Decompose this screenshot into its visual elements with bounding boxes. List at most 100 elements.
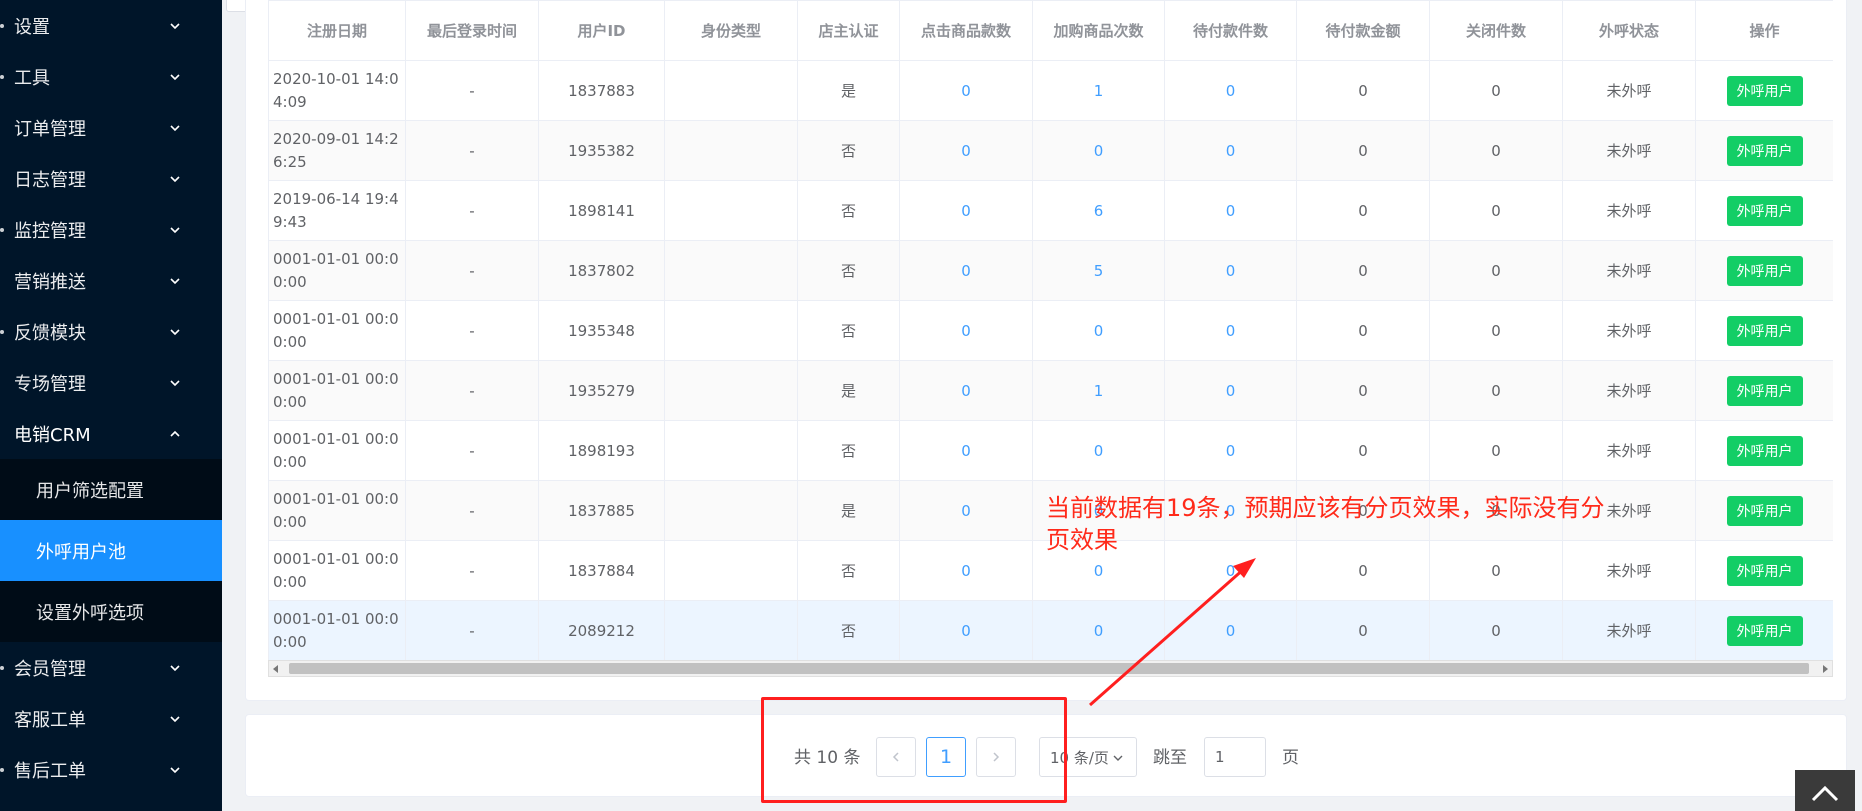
cell-unpaid-items[interactable]: 0 [1164,120,1297,181]
cell-clicks[interactable]: 0 [899,180,1033,241]
cell-clicks[interactable]: 0 [899,300,1033,361]
cell-unpaid-items[interactable]: 0 [1164,420,1297,481]
cell-cart-adds[interactable]: 6 [1032,180,1165,241]
sidebar-subitem-call-pool[interactable]: 外呼用户池 [0,520,222,581]
back-to-top-button[interactable] [1795,770,1855,811]
cell-last-login: - [405,180,539,241]
col-header[interactable]: 待付款金额 [1296,0,1430,61]
sidebar-item-orders[interactable]: 订单管理 [0,102,222,153]
chevron-down-icon [170,766,180,773]
sidebar-item-aftersales[interactable]: 售后工单 [0,744,222,795]
col-header[interactable]: 加购商品次数 [1032,0,1165,61]
jump-page-input[interactable] [1204,737,1266,777]
col-header[interactable]: 注册日期 [268,0,406,61]
col-header[interactable]: 最后登录时间 [405,0,539,61]
cell-unpaid-items[interactable]: 0 [1164,60,1297,121]
cell-clicks[interactable]: 0 [899,120,1033,181]
cell-clicks[interactable]: 0 [899,360,1033,421]
cell-call-status: 未外呼 [1562,240,1696,301]
cell-call-status: 未外呼 [1562,120,1696,181]
cell-clicks[interactable]: 0 [899,480,1033,541]
sidebar-item-members[interactable]: 会员管理 [0,642,222,693]
cell-action: 外呼用户 [1695,180,1833,241]
col-header[interactable]: 待付款件数 [1164,0,1297,61]
cell-unpaid-items[interactable]: 0 [1164,300,1297,361]
chevron-up-icon [170,430,180,437]
cell-cart-adds[interactable]: 1 [1032,360,1165,421]
cell-clicks[interactable]: 0 [899,420,1033,481]
sidebar-item-crm[interactable]: 电销CRM [0,408,222,459]
page-number-button[interactable]: 1 [926,737,966,777]
cell-unpaid-items[interactable]: 0 [1164,600,1297,661]
scroll-left-arrow-icon[interactable] [273,665,278,673]
call-user-button[interactable]: 外呼用户 [1726,315,1803,346]
call-user-button[interactable]: 外呼用户 [1726,135,1803,166]
bullet-icon [0,665,4,670]
cell-last-login: - [405,420,539,481]
next-page-button[interactable] [976,737,1016,777]
sidebar-item-settings[interactable]: 设置 [0,0,222,51]
call-user-button[interactable]: 外呼用户 [1726,495,1803,526]
cell-clicks[interactable]: 0 [899,240,1033,301]
call-user-button[interactable]: 外呼用户 [1726,75,1803,106]
scrollbar-thumb[interactable] [289,663,1809,674]
call-user-button[interactable]: 外呼用户 [1726,435,1803,466]
page-size-select[interactable]: 10 条/页 [1039,737,1137,777]
sidebar-item-service-tickets[interactable]: 客服工单 [0,693,222,744]
cell-cart-adds[interactable]: 0 [1032,600,1165,661]
sidebar-item-feedback[interactable]: 反馈模块 [0,306,222,357]
cell-unpaid-items[interactable]: 0 [1164,360,1297,421]
call-user-button[interactable]: 外呼用户 [1726,555,1803,586]
cell-clicks[interactable]: 0 [899,540,1033,601]
col-header[interactable]: 关闭件数 [1429,0,1563,61]
cell-clicks[interactable]: 0 [899,60,1033,121]
cell-cart-adds[interactable]: 0 [1032,120,1165,181]
annotation-text: 当前数据有19条，预期应该有分页效果，实际没有分页效果 [1046,494,1605,554]
col-header[interactable]: 操作 [1695,0,1833,61]
col-header[interactable]: 身份类型 [664,0,798,61]
page-size-value: 10 条/页 [1050,748,1109,767]
cell-cart-adds[interactable]: 5 [1032,240,1165,301]
cell-cart-adds[interactable]: 1 [1032,60,1165,121]
cell-user-id: 1935348 [538,300,665,361]
cell-identity [664,180,798,241]
cell-date: 0001-01-01 00:00:00 [268,420,406,481]
horizontal-scrollbar[interactable] [268,660,1833,677]
call-user-button[interactable]: 外呼用户 [1726,195,1803,226]
cell-cart-adds[interactable]: 0 [1032,300,1165,361]
sidebar-subitem-call-options[interactable]: 设置外呼选项 [0,581,222,642]
sidebar-item-tools[interactable]: 工具 [0,51,222,102]
sidebar-subitem-user-filter[interactable]: 用户筛选配置 [0,459,222,520]
call-user-button[interactable]: 外呼用户 [1726,615,1803,646]
cell-unpaid-items[interactable]: 0 [1164,240,1297,301]
cell-identity [664,540,798,601]
col-header[interactable]: 店主认证 [797,0,900,61]
scroll-right-arrow-icon[interactable] [1823,665,1828,673]
cell-action: 外呼用户 [1695,480,1833,541]
sidebar-item-logs[interactable]: 日志管理 [0,153,222,204]
prev-page-button[interactable] [876,737,916,777]
cell-cart-adds[interactable]: 0 [1032,420,1165,481]
cell-closed: 0 [1429,300,1563,361]
cell-call-status: 未外呼 [1562,300,1696,361]
sidebar-item-special[interactable]: 专场管理 [0,357,222,408]
sidebar-item-label: 订单管理 [14,118,86,140]
col-header[interactable]: 用户ID [538,0,665,61]
cell-closed: 0 [1429,360,1563,421]
col-header[interactable]: 点击商品款数 [899,0,1033,61]
sidebar-item-monitoring[interactable]: 监控管理 [0,204,222,255]
cell-unpaid-items[interactable]: 0 [1164,180,1297,241]
cell-unpaid-amount: 0 [1296,600,1430,661]
call-user-button[interactable]: 外呼用户 [1726,255,1803,286]
cell-identity [664,60,798,121]
call-user-button[interactable]: 外呼用户 [1726,375,1803,406]
chevron-down-icon [170,664,180,671]
cell-action: 外呼用户 [1695,600,1833,661]
page-suffix: 页 [1282,748,1299,768]
chevron-left-icon [892,752,899,762]
col-header[interactable]: 外呼状态 [1562,0,1696,61]
cell-unpaid-amount: 0 [1296,420,1430,481]
sidebar-item-marketing[interactable]: 营销推送 [0,255,222,306]
chevron-down-icon [170,22,180,29]
cell-clicks[interactable]: 0 [899,600,1033,661]
